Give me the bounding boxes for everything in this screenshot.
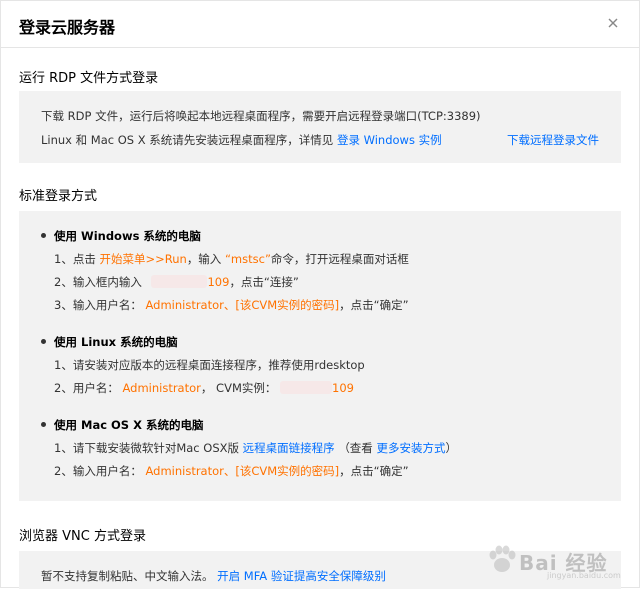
paw-logo-icon [489,545,516,572]
ip-suffix-text: 109 [207,275,230,289]
rdp-requirement-text: Linux 和 Mac OS X 系统请先安装远程桌面程序，详情见 [41,133,334,147]
linux-step-2: 2、用户名： Administrator， CVM实例： 109 [54,380,354,396]
windows-step-3-suffix: ，点击“确定” [339,298,409,312]
more-install-methods-link[interactable]: 更多安装方式 [376,441,445,455]
dialog-header: 登录云服务器 [1,1,639,48]
mac-step-2-prefix: 2、输入用户名： [54,464,142,478]
start-menu-run-text: 开始菜单>>Run [99,252,187,266]
redacted-ip [280,381,333,394]
mac-step-1-mid: （查看 [338,441,373,455]
rdp-description: 下载 RDP 文件，运行后将唤起本地远程桌面程序，需要开启远程登录端口(TCP:… [41,109,481,123]
mac-credentials-text: Administrator、[该CVM实例的密码] [145,464,340,478]
rdp-section-title: 运行 RDP 文件方式登录 [19,71,159,86]
watermark-subtext: jingyan.baidu.com [547,571,621,580]
dialog-title: 登录云服务器 [19,18,116,37]
vnc-section-title: 浏览器 VNC 方式登录 [19,529,146,544]
linux-step-2-mid: ， CVM实例： [200,381,277,395]
download-rdp-file-link[interactable]: 下载远程登录文件 [507,132,599,148]
baidu-jingyan-watermark: Bai 经验 jingyan.baidu.com [485,539,625,583]
login-dialog: 登录云服务器 运行 RDP 文件方式登录 下载 RDP 文件，运行后将唤起本地远… [0,0,640,589]
ip-suffix-text: 109 [332,381,354,395]
mac-step-1: 1、请下载安装微软针对Mac OSX版 远程桌面链接程序 （查看 更多安装方式） [54,440,457,456]
linux-step-2-prefix: 2、用户名： [54,381,119,395]
windows-step-2: 2、输入框内输入 109，点击“连接” [54,274,299,290]
redacted-ip [151,275,208,288]
linux-heading: 使用 Linux 系统的电脑 [54,335,178,349]
bullet-icon [41,422,46,427]
windows-step-1: 1、点击 开始菜单>>Run，输入 “mstsc”命令，打开远程桌面对话框 [54,251,409,267]
windows-credentials-text: Administrator、[该CVM实例的密码] [145,298,340,312]
bullet-icon [41,339,46,344]
windows-step-3: 3、输入用户名： Administrator、[该CVM实例的密码]，点击“确定… [54,297,409,313]
standard-section-title: 标准登录方式 [19,189,98,204]
remote-desktop-program-link[interactable]: 远程桌面链接程序 [243,441,335,455]
mac-step-1-prefix: 1、请下载安装微软针对Mac OSX版 [54,441,239,455]
windows-step-1-suffix: 命令，打开远程桌面对话框 [270,252,409,266]
mstsc-command-text: “mstsc” [224,252,271,266]
windows-step-1-mid: ，输入 [186,252,222,266]
rdp-panel: 下载 RDP 文件，运行后将唤起本地远程桌面程序，需要开启远程登录端口(TCP:… [19,91,621,163]
windows-heading: 使用 Windows 系统的电脑 [54,229,201,243]
enable-mfa-link[interactable]: 开启 MFA 验证提高安全保障级别 [217,569,386,583]
vnc-description-line: 暂不支持复制粘贴、中文输入法。 开启 MFA 验证提高安全保障级别 [41,568,386,584]
linux-step-1: 1、请安装对应版本的远程桌面连接程序，推荐使用rdesktop [54,358,365,372]
bullet-icon [41,233,46,238]
close-icon[interactable] [603,13,623,33]
mac-step-2: 2、输入用户名： Administrator、[该CVM实例的密码]，点击“确定… [54,463,409,479]
login-windows-instance-link[interactable]: 登录 Windows 实例 [337,133,442,147]
mac-step-1-suffix: ） [445,441,457,455]
windows-step-2-suffix: ，点击“连接” [229,275,299,289]
rdp-requirement-line: Linux 和 Mac OS X 系统请先安装远程桌面程序，详情见 登录 Win… [41,132,442,148]
standard-panel: 使用 Windows 系统的电脑 1、点击 开始菜单>>Run，输入 “msts… [19,211,621,501]
linux-username-text: Administrator [122,381,201,395]
vnc-description-text: 暂不支持复制粘贴、中文输入法。 [41,569,214,583]
windows-step-2-prefix: 2、输入框内输入 [54,275,142,289]
mac-heading: 使用 Mac OS X 系统的电脑 [54,418,204,432]
mac-step-2-suffix: ，点击“确定” [339,464,409,478]
windows-step-1-prefix: 1、点击 [54,252,96,266]
windows-step-3-prefix: 3、输入用户名： [54,298,142,312]
